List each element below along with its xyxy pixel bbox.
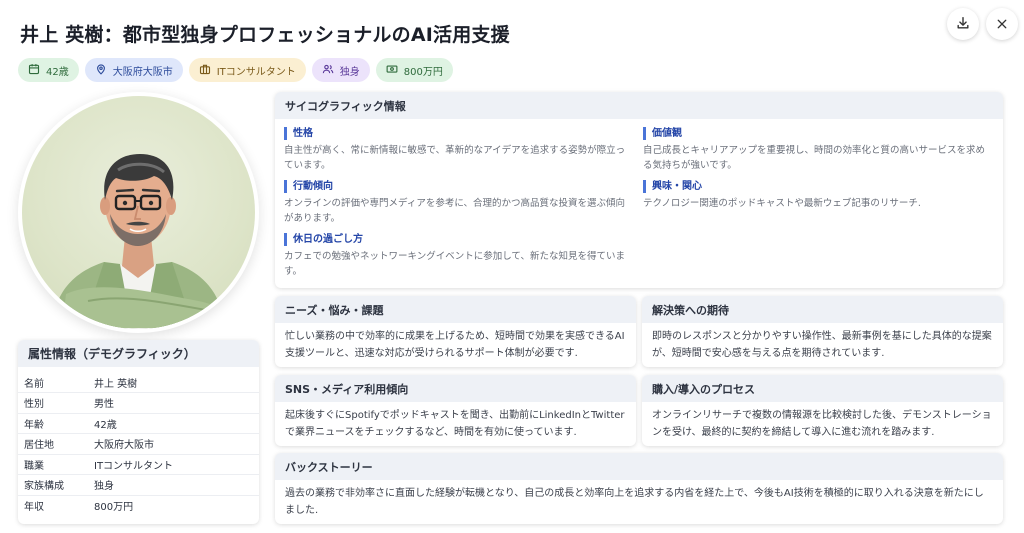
psy-personality: 性格 自主性が高く、常に新情報に敏感で、革新的なアイデアを追求する姿勢が際立って… — [284, 127, 634, 173]
avatar-image — [22, 96, 255, 329]
attr-value: 42歳 — [88, 413, 259, 434]
needs-title: ニーズ・悩み・課題 — [275, 296, 636, 323]
tag-occupation: ITコンサルタント — [188, 58, 306, 82]
tag-income: 800万円 — [375, 58, 453, 82]
attr-key: 居住地 — [18, 433, 88, 455]
tag-family: 独身 — [311, 58, 370, 82]
psychographic-card: サイコグラフィック情報 性格 自主性が高く、常に新情報に敏感で、革新的なアイデア… — [275, 92, 1003, 288]
attr-value: ITコンサルタント — [88, 454, 259, 475]
download-icon — [956, 15, 970, 34]
psy-behavior-text: オンラインの評価や専門メディアを参考に、合理的かつ高品質な投資を選ぶ傾向がありま… — [284, 198, 626, 224]
download-button[interactable] — [947, 8, 979, 40]
attr-key: 名前 — [18, 372, 88, 393]
attributes-card: 属性情報（デモグラフィック） 名前 井上 英樹 性別 男性 年齢 42歳 居住地 大阪府… — [18, 340, 259, 524]
table-row: 職業 ITコンサルタント — [18, 454, 259, 475]
table-row: 性別 男性 — [18, 392, 259, 414]
table-row: 居住地 大阪府大阪市 — [18, 433, 259, 455]
sns-card: SNS・メディア利用傾向 起床後すぐにSpotifyでポッドキャストを聞き、出勤… — [275, 375, 636, 446]
backstory-title: バックストーリー — [275, 453, 1003, 480]
attr-value: 800万円 — [94, 502, 134, 513]
expectations-title: 解決策への期待 — [642, 296, 1003, 323]
expectations-card: 解決策への期待 即時のレスポンスと分かりやすい操作性、最新事例を基にした具体的な… — [642, 296, 1003, 367]
psy-personality-text: 自主性が高く、常に新情報に敏感で、革新的なアイデアを追求する姿勢が際立っています… — [284, 145, 626, 171]
attr-value: 大阪府大阪市 — [88, 433, 259, 455]
psy-interests-text: テクノロジー関連のポッドキャストや最新ウェブ記事のリサーチ. — [643, 198, 921, 209]
psy-values-text: 自己成長とキャリアアップを重要視し、時間の効率化と質の高いサービスを求める気持ち… — [643, 145, 986, 171]
sns-title: SNS・メディア利用傾向 — [275, 375, 636, 402]
attr-value: 井上 英樹 — [88, 372, 259, 393]
briefcase-icon — [199, 63, 211, 78]
tag-age: 42歳 — [18, 58, 79, 82]
attr-key: 年収 — [24, 502, 44, 513]
psy-holiday: 休日の過ごし方 カフェでの勉強やネットワーキングイベントに参加して、新たな知見を… — [284, 233, 634, 279]
table-row: 名前 井上 英樹 — [18, 372, 259, 393]
attr-key: 性別 — [18, 392, 88, 414]
table-row: 家族構成 独身 — [18, 474, 259, 496]
attr-key: 職業 — [18, 454, 88, 475]
psy-holiday-text: カフェでの勉強やネットワーキングイベントに参加して、新たな知見を得ています。 — [284, 251, 625, 277]
psy-behavior-title: 行動傾向 — [284, 180, 634, 193]
psychographic-title: サイコグラフィック情報 — [275, 92, 1003, 119]
tag-label: 独身 — [339, 66, 360, 78]
tag-label: 42歳 — [46, 66, 69, 78]
page-title: 井上 英樹：都市型独身プロフェッショナルのAI活用支援 — [20, 24, 510, 46]
expectations-text: 即時のレスポンスと分かりやすい操作性、最新事例を基にした具体的な提案が、短時間で… — [652, 331, 992, 359]
psy-interests: 興味・関心 テクノロジー関連のポッドキャストや最新ウェブ記事のリサーチ. — [643, 180, 993, 211]
tag-label: 800万円 — [403, 66, 443, 78]
sns-text: 起床後すぐにSpotifyでポッドキャストを聞き、出勤前にLinkedInとTw… — [285, 410, 625, 438]
calendar-icon — [28, 63, 40, 78]
tag-list: 42歳 大阪府大阪市 ITコンサルタント 独身 800万円 — [18, 58, 453, 82]
purchase-title: 購入/導入のプロセス — [642, 375, 1003, 402]
close-icon — [996, 15, 1008, 34]
attributes-table: 名前 井上 英樹 性別 男性 年齢 42歳 居住地 大阪府大阪市 職業 ITコンサルタント… — [18, 372, 259, 516]
tag-label: 大阪府大阪市 — [112, 66, 173, 78]
psy-personality-title: 性格 — [284, 127, 634, 140]
psy-values-title: 価値観 — [643, 127, 993, 140]
attr-key: 年齢 — [18, 413, 88, 434]
tag-label: ITコンサルタント — [216, 66, 296, 78]
psy-holiday-title: 休日の過ごし方 — [284, 233, 634, 246]
attributes-title: 属性情報（デモグラフィック） — [18, 340, 259, 367]
psy-interests-title: 興味・関心 — [643, 180, 993, 193]
location-pin-icon — [95, 63, 107, 78]
money-icon — [386, 63, 398, 78]
table-row: 年齢 42歳 — [18, 413, 259, 434]
purchase-card: 購入/導入のプロセス オンラインリサーチで複数の情報源を比較検討した後、デモンス… — [642, 375, 1003, 446]
backstory-card: バックストーリー 過去の業務で非効率さに直面した経験が転機となり、自己の成長と効… — [275, 453, 1003, 524]
table-row: 年収 800万円 — [18, 495, 259, 516]
people-icon — [322, 63, 334, 78]
backstory-text: 過去の業務で非効率さに直面した経験が転機となり、自己の成長と効率向上を追求する内… — [285, 488, 984, 516]
attr-key: 家族構成 — [18, 474, 88, 496]
attr-value: 男性 — [88, 392, 259, 414]
avatar — [18, 92, 259, 333]
tag-location: 大阪府大阪市 — [84, 58, 183, 82]
close-button[interactable] — [986, 8, 1018, 40]
needs-card: ニーズ・悩み・課題 忙しい業務の中で効率的に成果を上げるため、短時間で効果を実感… — [275, 296, 636, 367]
psy-behavior: 行動傾向 オンラインの評価や専門メディアを参考に、合理的かつ高品質な投資を選ぶ傾… — [284, 180, 634, 226]
attr-value: 独身 — [88, 474, 259, 496]
purchase-text: オンラインリサーチで複数の情報源を比較検討した後、デモンストレーションを受け、最… — [652, 410, 992, 438]
needs-text: 忙しい業務の中で効率的に成果を上げるため、短時間で効果を実感できるAI支援ツール… — [285, 331, 625, 359]
psy-values: 価値観 自己成長とキャリアアップを重要視し、時間の効率化と質の高いサービスを求め… — [643, 127, 993, 173]
